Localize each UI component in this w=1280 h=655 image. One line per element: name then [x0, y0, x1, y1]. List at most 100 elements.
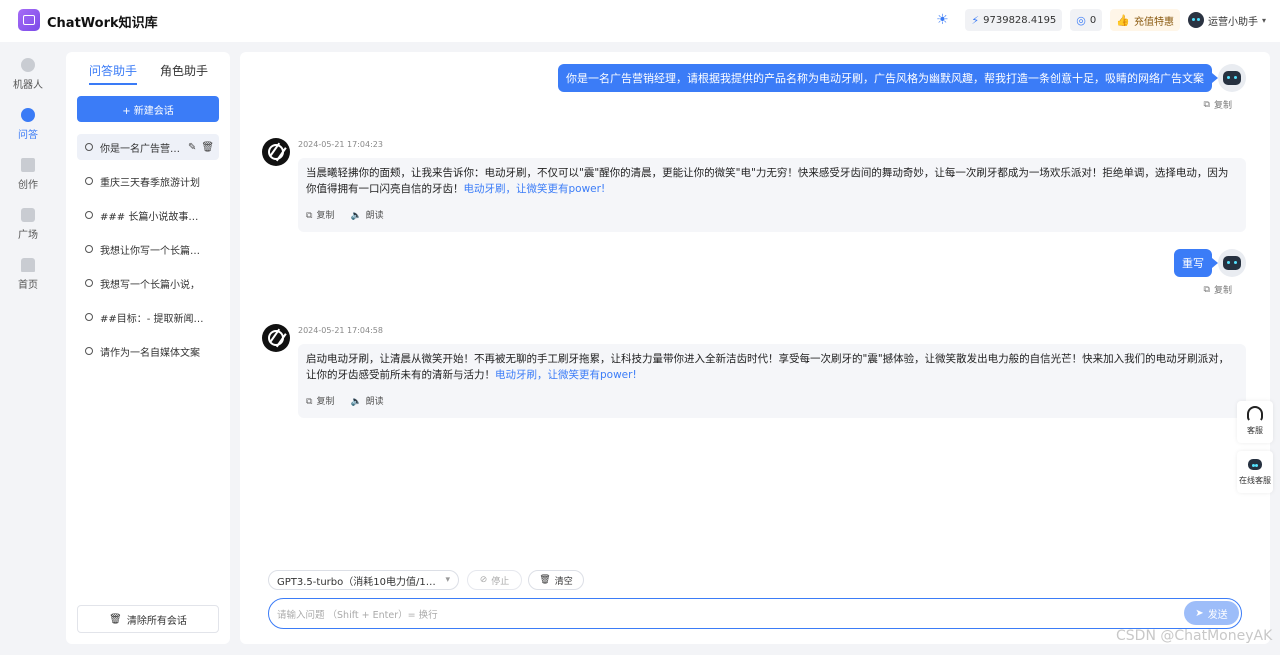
copy-icon: ⧉ [1203, 284, 1210, 295]
app-logo[interactable] [18, 9, 40, 31]
recharge-label: 充值特惠 [1133, 16, 1174, 28]
watermark: CSDN @ChatMoneyAK [1116, 628, 1273, 644]
robot-icon [21, 58, 35, 72]
conversation-item[interactable]: 我想让你写一个长篇小说 [77, 236, 219, 262]
copy-button[interactable]: ⧉ 复制 [1203, 283, 1232, 297]
user-message: 重写 [1174, 249, 1218, 277]
chat-bubble-icon: ◎ [1076, 13, 1086, 27]
answer-text: 启动电动牙刷，让清晨从微笑开始！不再被无聊的手工刷牙拖累，让科技力量带你进入全新… [306, 353, 1230, 381]
conversation-panel: 问答助手 角色助手 + 新建会话 你是一名广告营销经理，请根据我提供的产品名称 … [66, 52, 230, 644]
headset-icon [1247, 406, 1263, 422]
grid-icon [21, 208, 35, 222]
trash-icon: 🗑 [539, 575, 551, 585]
conversation-item[interactable]: ##目标：- 提取新闻里的关键信息 [77, 304, 219, 330]
clear-button[interactable]: 🗑 清空 [528, 570, 584, 590]
delete-icon[interactable]: 🗑 [201, 142, 214, 153]
nav-qa[interactable]: 问答 [0, 108, 56, 141]
message-timestamp: 2024-05-21 17:04:23 [298, 140, 383, 149]
nav-label: 创作 [18, 180, 38, 191]
edit-icon[interactable]: ✎ [188, 142, 196, 153]
trash-icon: 🗑 [109, 613, 122, 625]
assistant-message: 当晨曦轻拂你的面颊，让我来告诉你：电动牙刷，不仅可以"震"醒你的清晨，更能让你的… [298, 158, 1246, 232]
nav-square[interactable]: 广场 [0, 208, 56, 241]
stop-label: 停止 [491, 576, 510, 587]
read-aloud-button[interactable]: 🔈 朗读 [350, 208, 383, 224]
clear-all-conversations-button[interactable]: 🗑 清除所有会话 [77, 605, 219, 633]
online-service-button[interactable]: 在线客服 [1237, 451, 1273, 493]
tab-qa-assistant[interactable]: 问答助手 [89, 62, 138, 85]
copy-button[interactable]: ⧉ 复制 [306, 208, 334, 224]
user-menu[interactable]: 运营小助手 ▾ [1187, 12, 1266, 28]
openai-logo-icon [268, 330, 284, 346]
nav-robot[interactable]: 机器人 [0, 58, 56, 91]
clear-all-label: 清除所有会话 [126, 615, 187, 627]
conversation-item[interactable]: 请作为一名自媒体文案 [77, 338, 219, 364]
conversation-title: 我想写一个长篇小说， [100, 279, 200, 291]
copy-label: 复制 [1213, 286, 1232, 296]
conversation-title: 我想让你写一个长篇小说 [100, 245, 204, 257]
pen-icon [21, 158, 35, 172]
send-label: 发送 [1207, 609, 1228, 621]
home-icon [21, 258, 35, 272]
conversation-title: ### 长篇小说故事概要 [100, 211, 204, 223]
nav-label: 问答 [18, 130, 38, 141]
app-title: ChatWork知识库 [47, 16, 158, 31]
copy-button[interactable]: ⧉ 复制 [1204, 98, 1232, 112]
message-timestamp: 2024-05-21 17:04:58 [298, 326, 383, 335]
copy-label: 复制 [316, 211, 335, 221]
speaker-icon: 🔈 [350, 211, 362, 221]
robot-icon [1223, 256, 1241, 270]
chat-icon [21, 108, 35, 122]
model-select-value: GPT3.5-turbo（消耗10电力值/1000字） [277, 576, 437, 588]
assistant-message: 启动电动牙刷，让清晨从微笑开始！不再被无聊的手工刷牙拖累，让科技力量带你进入全新… [298, 344, 1246, 418]
customer-service-button[interactable]: 客服 [1237, 401, 1273, 443]
nav-create[interactable]: 创作 [0, 158, 56, 191]
recharge-button[interactable]: 👍 充值特惠 [1110, 9, 1180, 31]
read-aloud-button[interactable]: 🔈 朗读 [350, 394, 383, 410]
answer-link[interactable]: 电动牙刷，让微笑更有power! [464, 183, 606, 195]
message-input[interactable]: 请输入问题 （Shift + Enter）= 换行 [268, 598, 1242, 629]
model-select[interactable]: GPT3.5-turbo（消耗10电力值/1000字） ▾ [268, 570, 459, 590]
chat-bubble-icon [85, 279, 93, 287]
chat-bubble-icon [85, 143, 93, 151]
user-name: 运营小助手 [1207, 16, 1258, 28]
nav-label: 首页 [18, 280, 38, 291]
theme-toggle-icon[interactable]: ☀ [931, 9, 953, 31]
assistant-avatar [262, 138, 290, 166]
stop-button[interactable]: ⊘ 停止 [467, 570, 522, 590]
send-button[interactable]: ➤ 发送 [1184, 601, 1239, 625]
chat-bubble-icon [85, 211, 93, 219]
chat-bubble-icon [85, 177, 93, 185]
nav-label: 机器人 [13, 80, 43, 91]
user-avatar [1218, 64, 1246, 92]
service-label: 客服 [1247, 426, 1263, 435]
conversation-item[interactable]: 重庆三天春季旅游计划 [77, 168, 219, 194]
conversation-title: 请作为一名自媒体文案 [100, 347, 200, 359]
conversation-item[interactable]: ### 长篇小说故事概要 [77, 202, 219, 228]
conversation-item[interactable]: 我想写一个长篇小说， [77, 270, 219, 296]
conversation-item[interactable]: 你是一名广告营销经理，请根据我提供的产品名称 ✎ 🗑 [77, 134, 219, 160]
tab-role-assistant[interactable]: 角色助手 [160, 62, 208, 79]
clear-label: 清空 [554, 576, 573, 587]
copy-label: 复制 [316, 397, 335, 407]
user-message: 你是一名广告营销经理，请根据我提供的产品名称为电动牙刷，广告风格为幽默风趣，帮我… [558, 64, 1218, 92]
chat-bubble-icon [85, 313, 93, 321]
user-avatar [1218, 249, 1246, 277]
send-icon: ➤ [1195, 607, 1204, 619]
conversation-title: 你是一名广告营销经理，请根据我提供的产品名称 [100, 143, 184, 155]
new-chat-button[interactable]: + 新建会话 [77, 96, 219, 122]
left-nav: 机器人 问答 创作 广场 首页 [0, 42, 56, 655]
chat-area: 你是一名广告营销经理，请根据我提供的产品名称为电动牙刷，广告风格为幽默风趣，帮我… [240, 52, 1270, 644]
chat-count-value: 0 [1089, 14, 1097, 26]
nav-home[interactable]: 首页 [0, 258, 56, 291]
answer-text: 当晨曦轻拂你的面颊，让我来告诉你：电动牙刷，不仅可以"震"醒你的清晨，更能让你的… [306, 167, 1229, 195]
copy-button[interactable]: ⧉ 复制 [306, 394, 334, 410]
openai-logo-icon [268, 144, 284, 160]
robot-icon [1247, 456, 1263, 472]
speaker-icon: 🔈 [350, 397, 362, 407]
answer-link[interactable]: 电动牙刷，让微笑更有power! [495, 369, 637, 381]
stop-icon: ⊘ [479, 575, 488, 585]
balance-badge[interactable]: ⚡ 9739828.4195 [965, 9, 1063, 31]
chat-count-badge[interactable]: ◎ 0 [1070, 9, 1103, 31]
chat-bubble-icon [85, 347, 93, 355]
